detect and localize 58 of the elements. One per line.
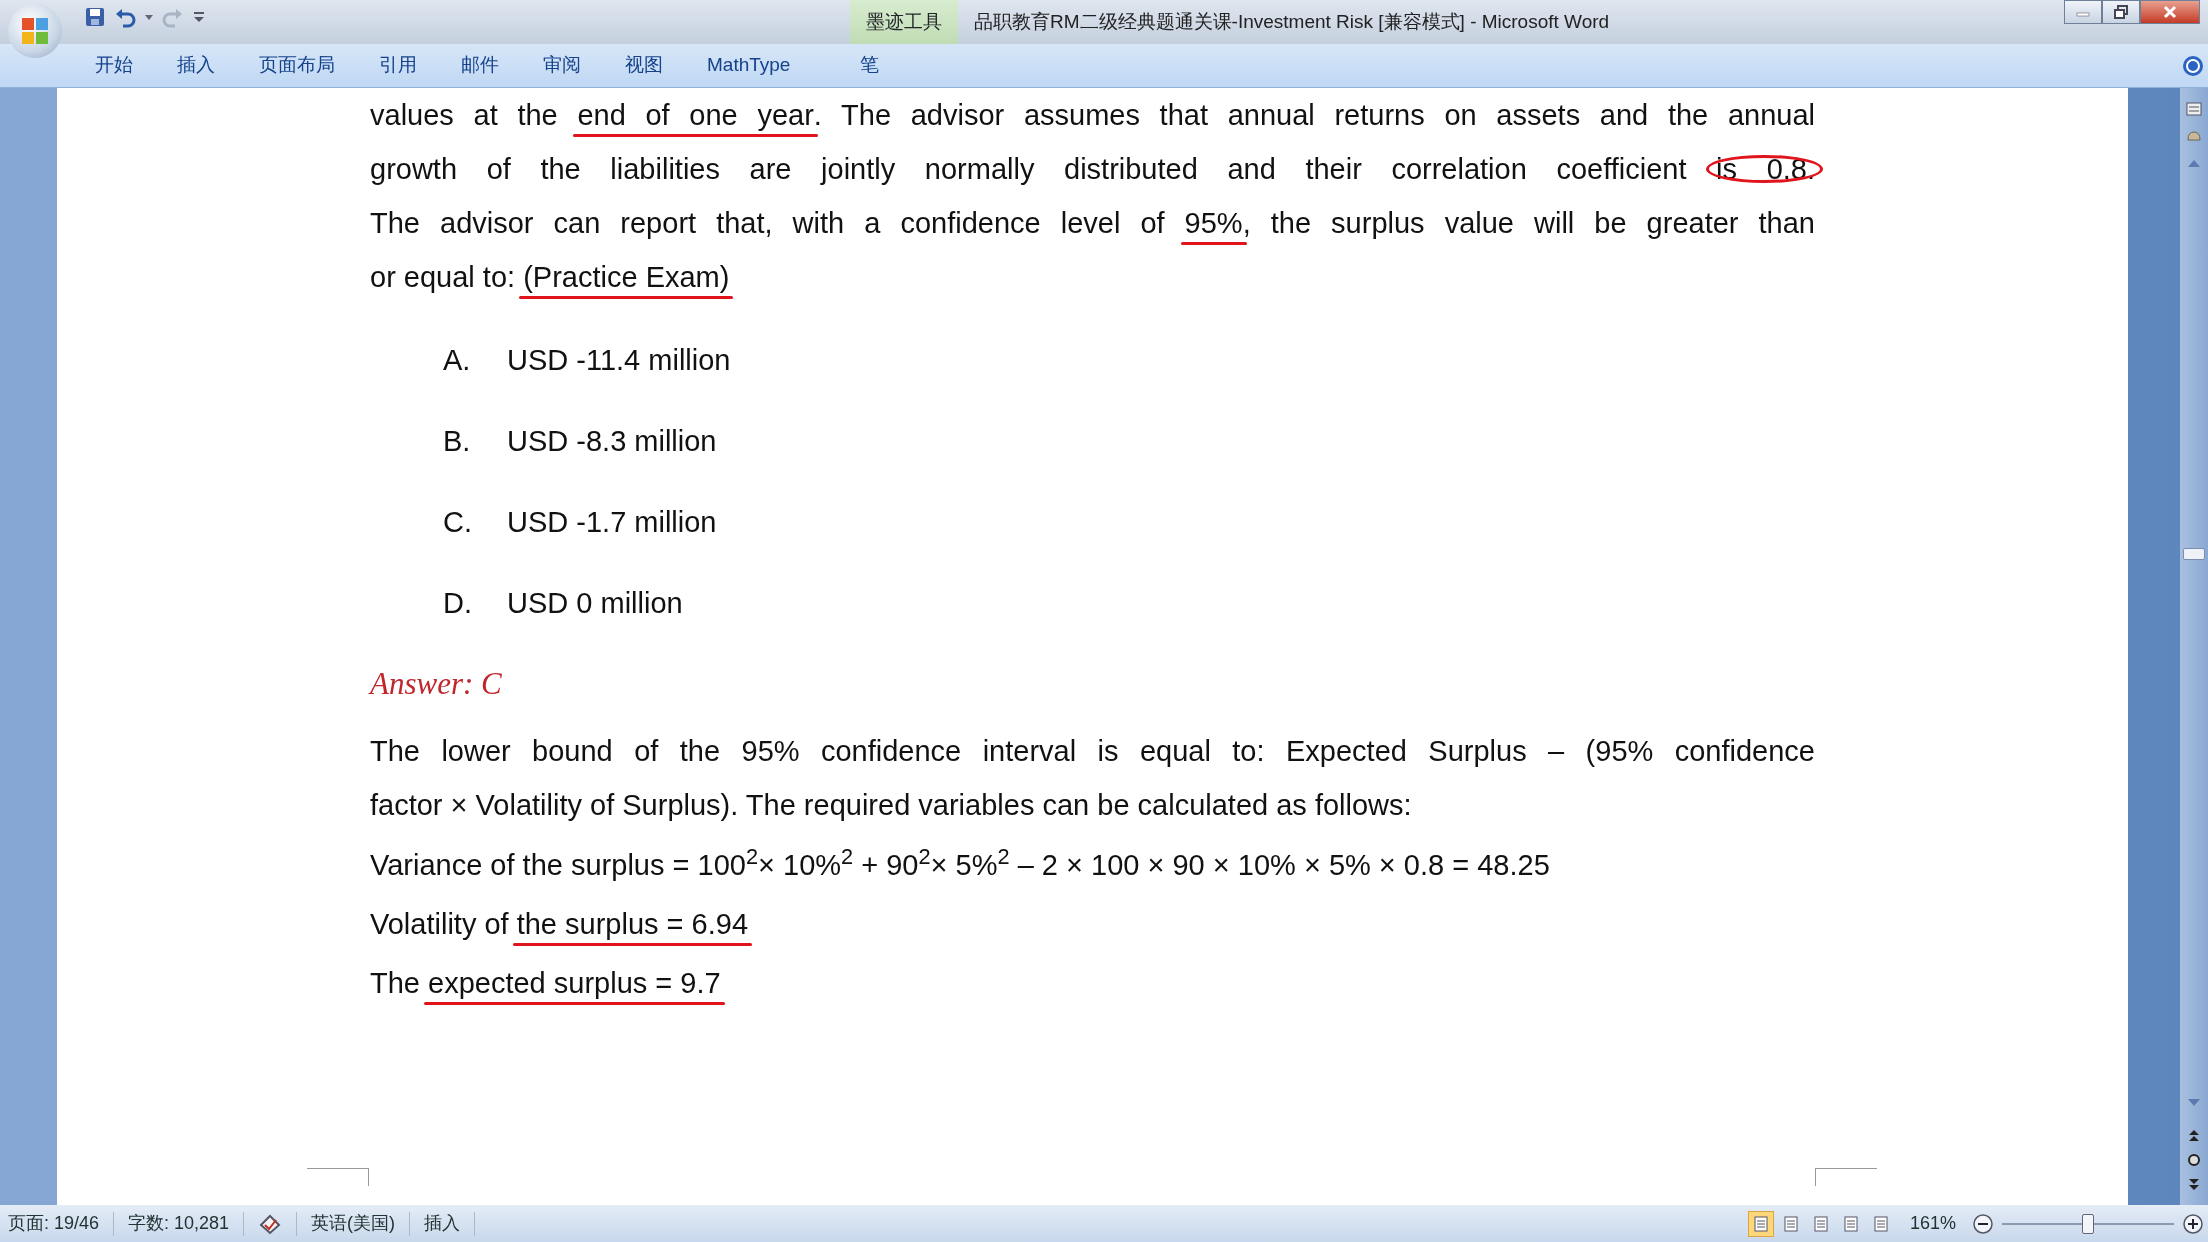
close-icon bbox=[2163, 5, 2177, 19]
language-status[interactable]: 英语(美国) bbox=[311, 1210, 396, 1237]
ribbon-tab[interactable]: 引用 bbox=[369, 47, 427, 84]
ribbon-tab[interactable]: 邮件 bbox=[451, 47, 509, 84]
restore-icon bbox=[2114, 5, 2128, 19]
question-text-line: or equal to: (Practice Exam) bbox=[370, 250, 1815, 304]
ribbon-tab[interactable]: 审阅 bbox=[533, 47, 591, 84]
vertical-scrollbar[interactable] bbox=[2180, 88, 2208, 1205]
print-layout-icon bbox=[1751, 1214, 1770, 1233]
office-button[interactable] bbox=[8, 4, 62, 58]
ribbon-tab[interactable]: MathType bbox=[697, 47, 801, 84]
option-text: USD 0 million bbox=[507, 585, 683, 621]
zoom-level[interactable]: 161% bbox=[1909, 1210, 1956, 1237]
save-icon[interactable] bbox=[84, 6, 106, 28]
minimize-button[interactable] bbox=[2064, 0, 2102, 24]
previous-page-icon[interactable] bbox=[2187, 1128, 2201, 1142]
ribbon-tab[interactable]: 插入 bbox=[167, 47, 225, 84]
help-icon[interactable] bbox=[2182, 54, 2204, 77]
window-title: 品职教育RM二级经典题通关课-Investment Risk [兼容模式] - Microsoft Word bbox=[974, 9, 1610, 34]
ribbon-tab[interactable]: 视图 bbox=[615, 47, 673, 84]
ribbon-tab[interactable]: 开始 bbox=[85, 47, 143, 84]
page-count[interactable]: 页面: 19/46 bbox=[8, 1210, 100, 1237]
result-text-line: Volatility of the surplus = 6.94 bbox=[370, 897, 2128, 952]
ribbon-tab[interactable]: 笔 bbox=[850, 47, 890, 84]
insert-mode-status[interactable]: 插入 bbox=[424, 1210, 461, 1237]
ink-tools-header: 墨迹工具 bbox=[850, 0, 958, 44]
crop-mark bbox=[1815, 1168, 1877, 1186]
option-text: USD -1.7 million bbox=[507, 504, 717, 540]
word-count[interactable]: 字数: 10,281 bbox=[128, 1210, 230, 1237]
scroll-down-icon[interactable] bbox=[2187, 1098, 2201, 1108]
explanation-text-line: The lower bound of the 95% confidence interval is equal to: Expected Surplus – (95% confidence bbox=[370, 734, 1815, 769]
option-text: USD -8.3 million bbox=[507, 423, 717, 459]
option-letter: D. bbox=[443, 585, 473, 621]
crop-mark bbox=[307, 1168, 369, 1186]
zoom-slider-thumb[interactable] bbox=[2082, 1213, 2094, 1234]
option-letter: B. bbox=[443, 423, 472, 459]
browse-object-icon[interactable] bbox=[2187, 1153, 2201, 1167]
scrollbar-thumb[interactable] bbox=[2183, 548, 2205, 560]
option-letter: A. bbox=[443, 342, 472, 378]
next-page-icon[interactable] bbox=[2187, 1178, 2201, 1192]
proofing-icon[interactable] bbox=[258, 1212, 283, 1235]
question-text-line: values at the end of one year. The advisor assumes that annual returns on assets and the annual bbox=[370, 88, 1815, 142]
restore-button[interactable] bbox=[2102, 0, 2140, 24]
undo-icon[interactable] bbox=[114, 6, 136, 28]
scroll-up-icon[interactable] bbox=[2187, 158, 2201, 168]
view-button[interactable] bbox=[1747, 1210, 1774, 1237]
zoom-out-icon[interactable] bbox=[1972, 1212, 1994, 1235]
question-text-line: The advisor can report that, with a confidence level of 95%, the surplus value will be greater than bbox=[370, 196, 1815, 250]
close-button[interactable] bbox=[2140, 0, 2200, 24]
formula-text: Variance of the surplus = 100$^{2}$× 10%$^{2}$ + 90$^{2}$× 5%$^{2}$ – 2 × 100 × 90 × 10% × 5% × 0.8 = 48.25 bbox=[370, 843, 1551, 883]
ruler-toggle-icon[interactable] bbox=[2185, 100, 2203, 118]
explanation-text-line: factor × Volatility of Surplus). The required variables can be calculated as follows: bbox=[370, 788, 1413, 823]
answer-label: Answer: C bbox=[370, 664, 502, 703]
zoom-in-icon[interactable] bbox=[2182, 1212, 2204, 1235]
result-text-line: The expected surplus = 9.7 bbox=[370, 956, 2128, 1011]
ribbon-tab[interactable]: 页面布局 bbox=[249, 47, 345, 84]
option-letter: C. bbox=[443, 504, 473, 540]
option-text: USD -11.4 million bbox=[507, 342, 731, 378]
